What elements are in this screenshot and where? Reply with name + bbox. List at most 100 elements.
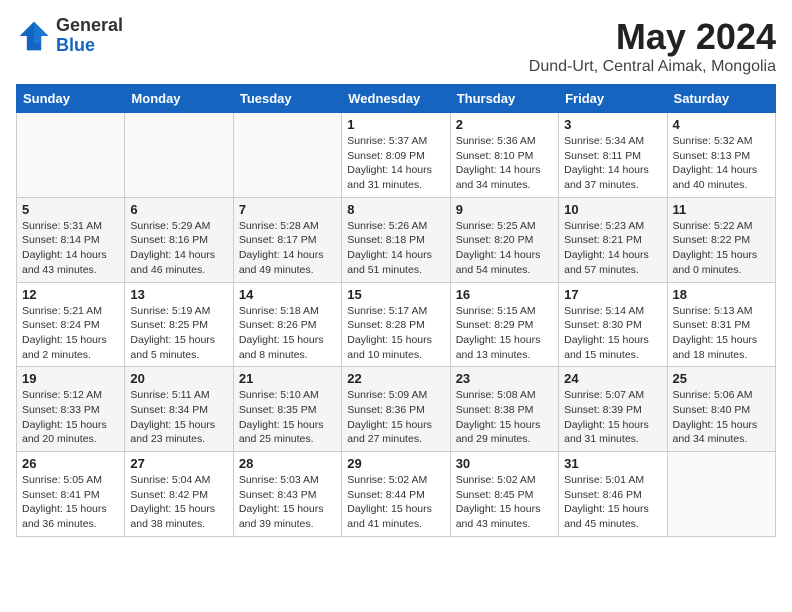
calendar-cell: 11 Sunrise: 5:22 AM Sunset: 8:22 PM Dayli…	[667, 197, 775, 282]
day-number: 28	[239, 456, 336, 471]
calendar-cell: 31 Sunrise: 5:01 AM Sunset: 8:46 PM Dayli…	[559, 452, 667, 537]
header: General Blue May 2024 Dund-Urt, Central …	[16, 16, 776, 76]
calendar-cell: 4 Sunrise: 5:32 AM Sunset: 8:13 PM Daylig…	[667, 113, 775, 198]
calendar-cell: 7 Sunrise: 5:28 AM Sunset: 8:17 PM Daylig…	[233, 197, 341, 282]
day-info: Sunrise: 5:37 AM Sunset: 8:09 PM Dayligh…	[347, 134, 444, 193]
day-info: Sunrise: 5:12 AM Sunset: 8:33 PM Dayligh…	[22, 388, 119, 447]
calendar-cell: 20Sunrise: 5:11 AM Sunset: 8:34 PM Dayli…	[125, 367, 233, 452]
day-number: 25	[673, 371, 770, 386]
calendar-table: SundayMondayTuesdayWednesdayThursdayFrid…	[16, 84, 776, 537]
day-number: 17	[564, 287, 661, 302]
calendar-cell: 27 Sunrise: 5:04 AM Sunset: 8:42 PM Dayli…	[125, 452, 233, 537]
calendar-cell	[125, 113, 233, 198]
day-number: 3	[564, 117, 661, 132]
calendar-cell: 3 Sunrise: 5:34 AM Sunset: 8:11 PM Daylig…	[559, 113, 667, 198]
calendar-cell: 8 Sunrise: 5:26 AM Sunset: 8:18 PM Daylig…	[342, 197, 450, 282]
day-number: 27	[130, 456, 227, 471]
day-number: 30	[456, 456, 553, 471]
calendar-cell: 9Sunrise: 5:25 AM Sunset: 8:20 PM Daylig…	[450, 197, 558, 282]
calendar-cell	[233, 113, 341, 198]
calendar-cell	[667, 452, 775, 537]
calendar-cell: 22 Sunrise: 5:09 AM Sunset: 8:36 PM Dayli…	[342, 367, 450, 452]
calendar-cell: 16Sunrise: 5:15 AM Sunset: 8:29 PM Dayli…	[450, 282, 558, 367]
weekday-header-monday: Monday	[125, 85, 233, 113]
calendar-cell: 28Sunrise: 5:03 AM Sunset: 8:43 PM Dayli…	[233, 452, 341, 537]
day-info: Sunrise: 5:14 AM Sunset: 8:30 PM Dayligh…	[564, 304, 661, 363]
day-info: Sunrise: 5:02 AM Sunset: 8:45 PM Dayligh…	[456, 473, 553, 532]
calendar-cell: 18Sunrise: 5:13 AM Sunset: 8:31 PM Dayli…	[667, 282, 775, 367]
calendar-cell: 25 Sunrise: 5:06 AM Sunset: 8:40 PM Dayli…	[667, 367, 775, 452]
day-number: 23	[456, 371, 553, 386]
day-number: 8	[347, 202, 444, 217]
day-info: Sunrise: 5:36 AM Sunset: 8:10 PM Dayligh…	[456, 134, 553, 193]
weekday-header-sunday: Sunday	[17, 85, 125, 113]
day-info: Sunrise: 5:32 AM Sunset: 8:13 PM Dayligh…	[673, 134, 770, 193]
weekday-header-thursday: Thursday	[450, 85, 558, 113]
day-info: Sunrise: 5:22 AM Sunset: 8:22 PM Dayligh…	[673, 219, 770, 278]
calendar-cell: 10Sunrise: 5:23 AM Sunset: 8:21 PM Dayli…	[559, 197, 667, 282]
day-info: Sunrise: 5:08 AM Sunset: 8:38 PM Dayligh…	[456, 388, 553, 447]
day-info: Sunrise: 5:19 AM Sunset: 8:25 PM Dayligh…	[130, 304, 227, 363]
day-number: 5	[22, 202, 119, 217]
calendar-week-1: 1Sunrise: 5:37 AM Sunset: 8:09 PM Daylig…	[17, 113, 776, 198]
title-area: May 2024 Dund-Urt, Central Aimak, Mongol…	[529, 16, 776, 76]
calendar-cell: 12 Sunrise: 5:21 AM Sunset: 8:24 PM Dayli…	[17, 282, 125, 367]
calendar-week-5: 26 Sunrise: 5:05 AM Sunset: 8:41 PM Dayli…	[17, 452, 776, 537]
day-number: 2	[456, 117, 553, 132]
day-number: 9	[456, 202, 553, 217]
calendar-cell: 1Sunrise: 5:37 AM Sunset: 8:09 PM Daylig…	[342, 113, 450, 198]
calendar-cell: 19 Sunrise: 5:12 AM Sunset: 8:33 PM Dayli…	[17, 367, 125, 452]
day-number: 26	[22, 456, 119, 471]
day-info: Sunrise: 5:13 AM Sunset: 8:31 PM Dayligh…	[673, 304, 770, 363]
day-number: 12	[22, 287, 119, 302]
calendar-cell: 15Sunrise: 5:17 AM Sunset: 8:28 PM Dayli…	[342, 282, 450, 367]
calendar-week-2: 5Sunrise: 5:31 AM Sunset: 8:14 PM Daylig…	[17, 197, 776, 282]
day-info: Sunrise: 5:18 AM Sunset: 8:26 PM Dayligh…	[239, 304, 336, 363]
calendar-cell: 29 Sunrise: 5:02 AM Sunset: 8:44 PM Dayli…	[342, 452, 450, 537]
day-number: 7	[239, 202, 336, 217]
calendar-cell: 17 Sunrise: 5:14 AM Sunset: 8:30 PM Dayli…	[559, 282, 667, 367]
logo-icon	[16, 18, 52, 54]
calendar-cell: 30 Sunrise: 5:02 AM Sunset: 8:45 PM Dayli…	[450, 452, 558, 537]
day-info: Sunrise: 5:21 AM Sunset: 8:24 PM Dayligh…	[22, 304, 119, 363]
day-info: Sunrise: 5:29 AM Sunset: 8:16 PM Dayligh…	[130, 219, 227, 278]
logo-blue: Blue	[56, 36, 123, 56]
day-number: 11	[673, 202, 770, 217]
weekday-header-wednesday: Wednesday	[342, 85, 450, 113]
day-info: Sunrise: 5:17 AM Sunset: 8:28 PM Dayligh…	[347, 304, 444, 363]
day-info: Sunrise: 5:02 AM Sunset: 8:44 PM Dayligh…	[347, 473, 444, 532]
calendar-cell: 21 Sunrise: 5:10 AM Sunset: 8:35 PM Dayli…	[233, 367, 341, 452]
subtitle: Dund-Urt, Central Aimak, Mongolia	[529, 58, 776, 76]
day-info: Sunrise: 5:06 AM Sunset: 8:40 PM Dayligh…	[673, 388, 770, 447]
calendar-cell: 14Sunrise: 5:18 AM Sunset: 8:26 PM Dayli…	[233, 282, 341, 367]
calendar-cell	[17, 113, 125, 198]
weekday-header-saturday: Saturday	[667, 85, 775, 113]
day-info: Sunrise: 5:04 AM Sunset: 8:42 PM Dayligh…	[130, 473, 227, 532]
day-info: Sunrise: 5:26 AM Sunset: 8:18 PM Dayligh…	[347, 219, 444, 278]
weekday-header-friday: Friday	[559, 85, 667, 113]
logo-general: General	[56, 16, 123, 36]
day-info: Sunrise: 5:34 AM Sunset: 8:11 PM Dayligh…	[564, 134, 661, 193]
calendar-cell: 24 Sunrise: 5:07 AM Sunset: 8:39 PM Dayli…	[559, 367, 667, 452]
day-number: 22	[347, 371, 444, 386]
day-number: 6	[130, 202, 227, 217]
logo-text: General Blue	[56, 16, 123, 56]
day-number: 31	[564, 456, 661, 471]
day-number: 29	[347, 456, 444, 471]
day-info: Sunrise: 5:05 AM Sunset: 8:41 PM Dayligh…	[22, 473, 119, 532]
day-number: 13	[130, 287, 227, 302]
day-number: 19	[22, 371, 119, 386]
calendar-cell: 23 Sunrise: 5:08 AM Sunset: 8:38 PM Dayli…	[450, 367, 558, 452]
day-info: Sunrise: 5:23 AM Sunset: 8:21 PM Dayligh…	[564, 219, 661, 278]
day-info: Sunrise: 5:28 AM Sunset: 8:17 PM Dayligh…	[239, 219, 336, 278]
day-info: Sunrise: 5:11 AM Sunset: 8:34 PM Dayligh…	[130, 388, 227, 447]
day-number: 24	[564, 371, 661, 386]
main-title: May 2024	[529, 16, 776, 58]
day-info: Sunrise: 5:01 AM Sunset: 8:46 PM Dayligh…	[564, 473, 661, 532]
day-number: 21	[239, 371, 336, 386]
day-info: Sunrise: 5:10 AM Sunset: 8:35 PM Dayligh…	[239, 388, 336, 447]
day-info: Sunrise: 5:09 AM Sunset: 8:36 PM Dayligh…	[347, 388, 444, 447]
day-number: 16	[456, 287, 553, 302]
day-info: Sunrise: 5:07 AM Sunset: 8:39 PM Dayligh…	[564, 388, 661, 447]
day-number: 4	[673, 117, 770, 132]
